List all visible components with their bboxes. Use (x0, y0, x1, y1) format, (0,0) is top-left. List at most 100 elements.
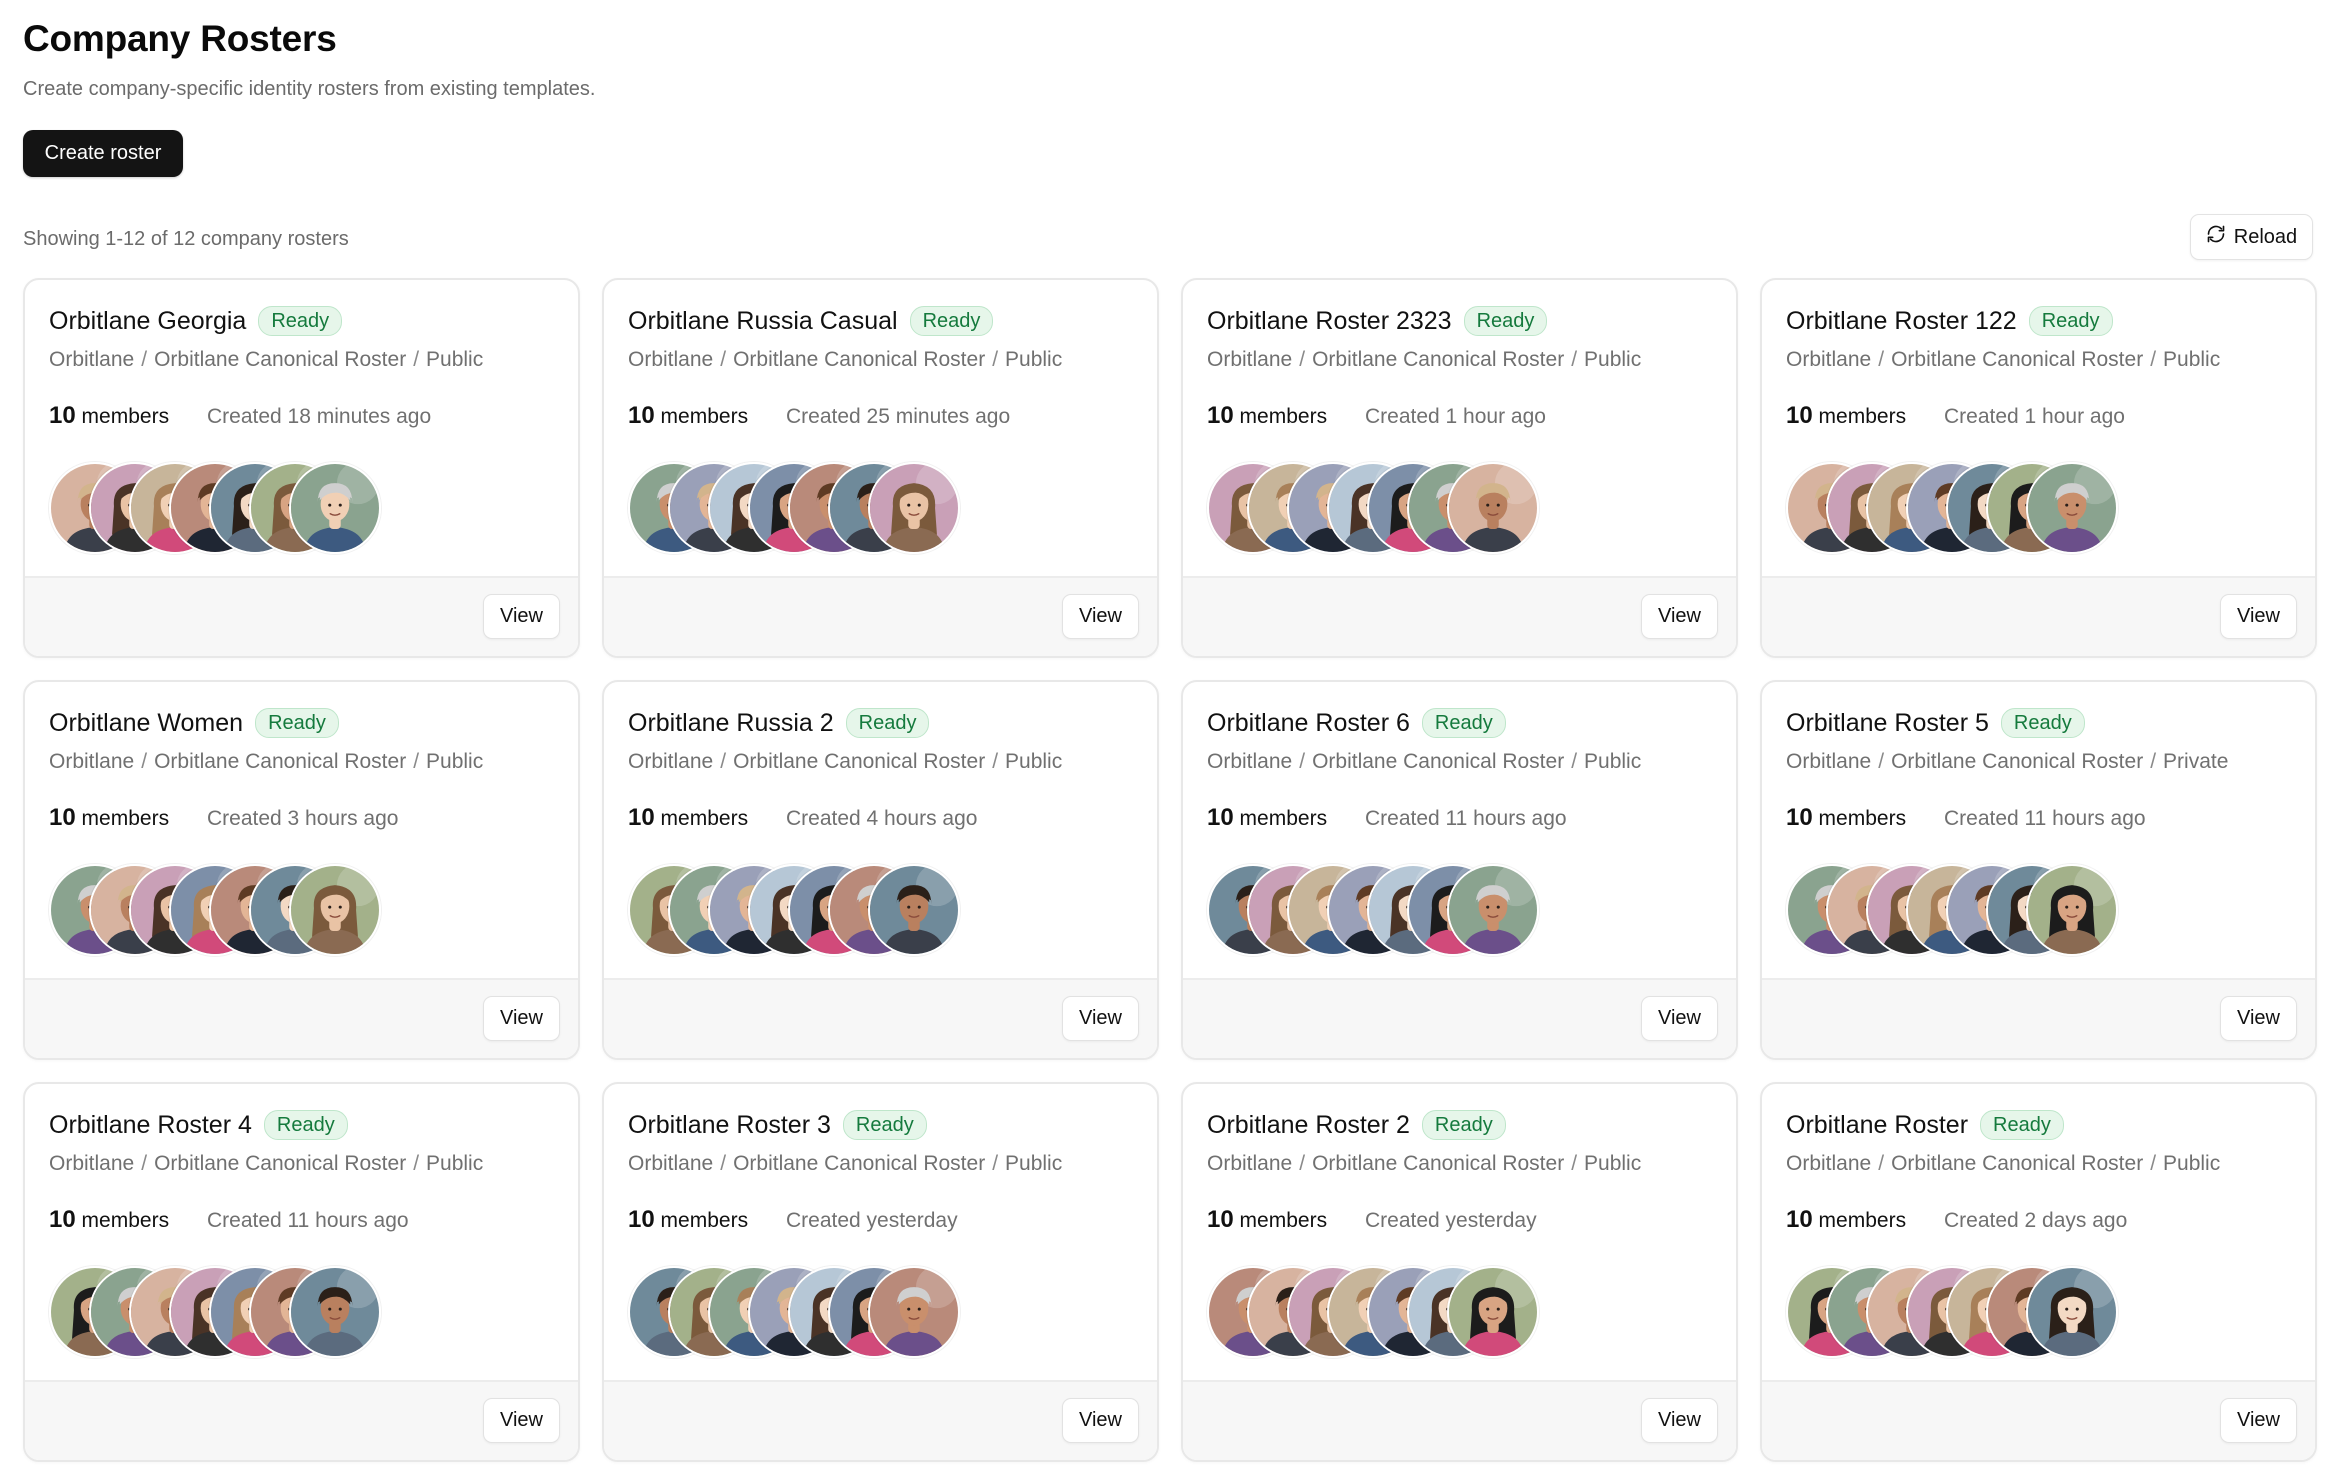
roster-card: Orbitlane Roster Ready Orbitlane / Orbitla… (1760, 1082, 2317, 1462)
status-badge: Ready (1463, 306, 1548, 336)
member-count-suffix: members (660, 405, 749, 428)
avatar (868, 462, 960, 554)
view-button[interactable]: View (1062, 996, 1139, 1041)
member-count-suffix: members (1818, 1209, 1907, 1232)
created-time: Created 11 hours ago (207, 1209, 409, 1232)
roster-stats: 10 members Created 2 days ago (1786, 1206, 2315, 1234)
member-count: 10 members (1207, 804, 1365, 832)
roster-stats: 10 members Created yesterday (628, 1206, 1157, 1234)
member-count-value: 10 (628, 1206, 655, 1233)
breadcrumb-visibility: Public (1584, 1152, 1642, 1175)
breadcrumb-visibility: Public (426, 348, 484, 371)
roster-stats: 10 members Created 1 hour ago (1786, 402, 2315, 430)
breadcrumb-visibility: Public (1005, 750, 1063, 773)
created-time: Created 2 days ago (1944, 1209, 2128, 1232)
roster-card: Orbitlane Roster 122 Ready Orbitlane / Orb… (1760, 278, 2317, 658)
view-button[interactable]: View (1062, 1398, 1139, 1443)
avatar (1447, 1266, 1539, 1358)
avatar-stack (1786, 1266, 2256, 1358)
breadcrumb-separator: / (1571, 348, 1578, 371)
breadcrumb-visibility: Public (426, 1152, 484, 1175)
roster-name: Orbitlane Georgia (49, 306, 247, 335)
breadcrumb-org: Orbitlane (1786, 750, 1872, 773)
roster-card-footer: View (25, 1380, 578, 1460)
view-button[interactable]: View (483, 996, 560, 1041)
breadcrumb-template: Orbitlane Canonical Roster (1891, 348, 2144, 371)
roster-breadcrumb: Orbitlane / Orbitlane Canonical Roster / Pub… (1207, 750, 1736, 774)
page-subtitle: Create company-specific identity rosters… (23, 78, 596, 100)
member-count-value: 10 (1207, 402, 1234, 429)
breadcrumb-org: Orbitlane (1207, 1152, 1293, 1175)
roster-card-footer: View (1762, 978, 2315, 1058)
create-roster-button[interactable]: Create roster (23, 130, 183, 177)
breadcrumb-separator: / (2150, 750, 2157, 773)
breadcrumb-separator: / (992, 1152, 999, 1175)
roster-card-footer: View (1183, 1380, 1736, 1460)
view-button[interactable]: View (483, 1398, 560, 1443)
roster-stats: 10 members Created 1 hour ago (1207, 402, 1736, 430)
member-count-value: 10 (1207, 1206, 1234, 1233)
breadcrumb-template: Orbitlane Canonical Roster (154, 750, 407, 773)
created-time: Created yesterday (786, 1209, 958, 1232)
roster-card: Orbitlane Roster 5 Ready Orbitlane / Orbit… (1760, 680, 2317, 1060)
view-button[interactable]: View (1062, 594, 1139, 639)
roster-card-header: Orbitlane Roster 2323 Ready (1207, 304, 1736, 338)
breadcrumb-separator: / (1571, 750, 1578, 773)
roster-name: Orbitlane Roster 5 (1786, 708, 1989, 737)
breadcrumb-org: Orbitlane (628, 1152, 714, 1175)
created-time: Created 25 minutes ago (786, 405, 1011, 428)
breadcrumb-template: Orbitlane Canonical Roster (154, 1152, 407, 1175)
member-count-suffix: members (81, 1209, 170, 1232)
view-button[interactable]: View (1641, 594, 1718, 639)
roster-card-header: Orbitlane Roster 3 Ready (628, 1108, 1157, 1142)
roster-name: Orbitlane Women (49, 708, 244, 737)
breadcrumb-separator: / (141, 348, 148, 371)
member-count: 10 members (1786, 402, 1944, 430)
breadcrumb-separator: / (1299, 1152, 1306, 1175)
view-button[interactable]: View (2220, 1398, 2297, 1443)
created-time: Created 3 hours ago (207, 807, 399, 830)
roster-breadcrumb: Orbitlane / Orbitlane Canonical Roster / Pub… (49, 348, 578, 372)
roster-stats: 10 members Created 18 minutes ago (49, 402, 578, 430)
avatar-stack (49, 1266, 519, 1358)
roster-name: Orbitlane Roster (1786, 1110, 1969, 1139)
member-count-value: 10 (1786, 402, 1813, 429)
breadcrumb-visibility: Public (1584, 750, 1642, 773)
status-badge: Ready (1421, 708, 1506, 738)
roster-name: Orbitlane Roster 3 (628, 1110, 831, 1139)
status-badge: Ready (258, 306, 343, 336)
roster-breadcrumb: Orbitlane / Orbitlane Canonical Roster / Pub… (49, 1152, 578, 1176)
status-badge: Ready (255, 708, 339, 738)
roster-card-header: Orbitlane Roster 5 Ready (1786, 706, 2315, 740)
roster-card-footer: View (1762, 1380, 2315, 1460)
roster-card-footer: View (604, 978, 1157, 1058)
roster-card-footer: View (1762, 576, 2315, 656)
member-count-value: 10 (1786, 1206, 1813, 1233)
view-button[interactable]: View (1641, 1398, 1718, 1443)
roster-card: Orbitlane Roster 3 Ready Orbitlane / Orbit… (602, 1082, 1159, 1462)
view-button[interactable]: View (2220, 996, 2297, 1041)
status-badge: Ready (845, 708, 930, 738)
breadcrumb-template: Orbitlane Canonical Roster (733, 1152, 986, 1175)
status-badge: Ready (263, 1110, 348, 1140)
roster-stats: 10 members Created 11 hours ago (1786, 804, 2315, 832)
breadcrumb-separator: / (413, 1152, 420, 1175)
reload-label: Reload (2233, 225, 2298, 248)
breadcrumb-visibility: Public (2163, 348, 2221, 371)
view-button[interactable]: View (483, 594, 560, 639)
member-count: 10 members (49, 804, 207, 832)
reload-button[interactable]: Reload (2190, 214, 2313, 260)
avatar (289, 1266, 381, 1358)
view-button[interactable]: View (1641, 996, 1718, 1041)
avatar-stack (1207, 864, 1677, 956)
view-button[interactable]: View (2220, 594, 2297, 639)
roster-card: Orbitlane Roster 4 Ready Orbitlane / Orbit… (23, 1082, 580, 1462)
roster-card-footer: View (604, 1380, 1157, 1460)
roster-card: Orbitlane Russia Casual Ready Orbitlane /… (602, 278, 1159, 658)
breadcrumb-visibility: Public (1005, 1152, 1063, 1175)
roster-card: Orbitlane Women Ready Orbitlane / Orbitlan… (23, 680, 580, 1060)
member-count-value: 10 (628, 402, 655, 429)
roster-card: Orbitlane Roster 2 Ready Orbitlane / Orbit… (1181, 1082, 1738, 1462)
roster-stats: 10 members Created 11 hours ago (1207, 804, 1736, 832)
roster-card-header: Orbitlane Roster 4 Ready (49, 1108, 578, 1142)
